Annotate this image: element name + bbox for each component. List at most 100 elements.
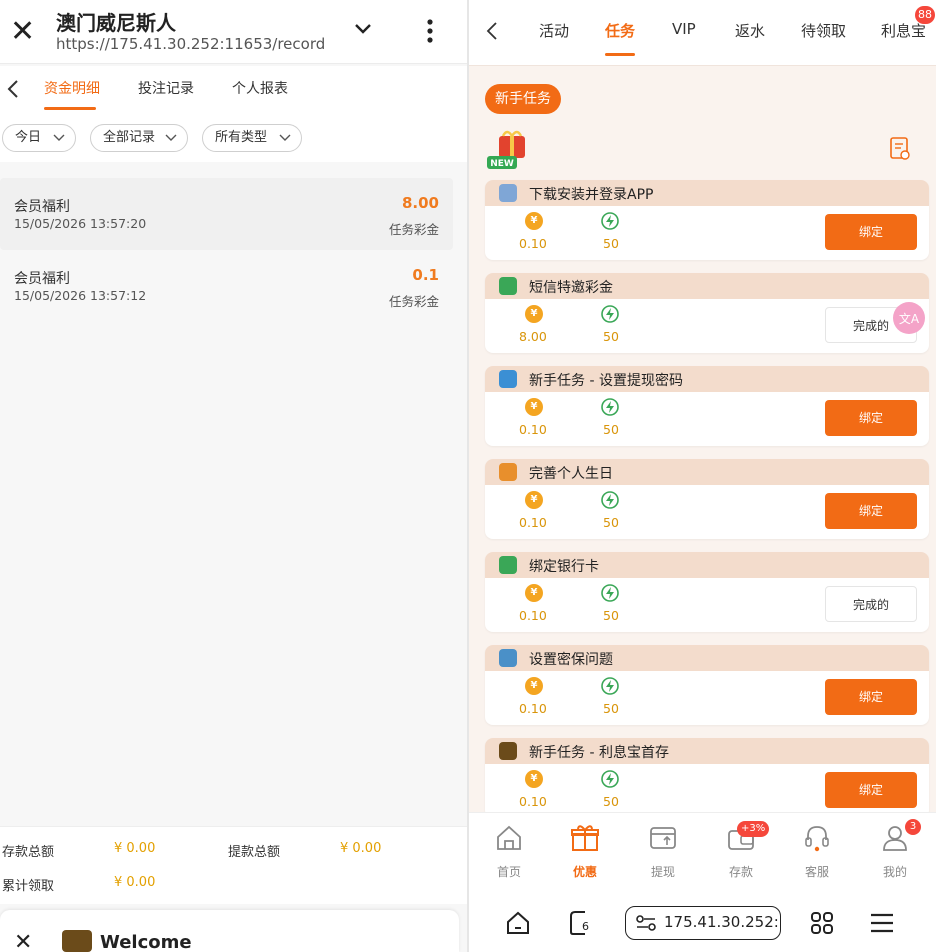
bottom-nav: 首页 优惠 提现 +3% 存款 客服 3 我的	[469, 812, 936, 890]
coin-icon: ¥	[525, 677, 543, 695]
svg-text:文A: 文A	[899, 311, 920, 326]
right-pane: 活动 任务 VIP 返水 待领取 利息宝 88 新手任务 NEW 下载安装并登录…	[469, 0, 936, 952]
bind-button[interactable]: 绑定	[825, 772, 917, 808]
task-header: 新手任务 - 设置提现密码	[485, 366, 929, 392]
task-reward: 0.10	[519, 701, 547, 716]
tab-vip[interactable]: VIP	[672, 20, 696, 38]
tab-fund-details[interactable]: 资金明细	[44, 78, 100, 98]
record-row[interactable]: 会员福利 15/05/2026 13:57:20 8.00 任务彩金	[0, 178, 453, 250]
card-icon	[499, 556, 517, 574]
tab-bet-records[interactable]: 投注记录	[138, 78, 194, 98]
tab-pending[interactable]: 待领取	[801, 20, 846, 41]
address-bar[interactable]: 175.41.30.252:	[625, 906, 781, 940]
filter-record[interactable]: 全部记录	[90, 124, 188, 152]
active-tab-indicator	[44, 107, 96, 110]
completed-button[interactable]: 完成的	[825, 586, 917, 622]
tabs-button[interactable]: 6	[567, 908, 591, 936]
bind-button[interactable]: 绑定	[825, 214, 917, 250]
filter-type[interactable]: 所有类型	[202, 124, 302, 152]
chevron-down-icon	[279, 134, 291, 141]
nav-profile-label: 我的	[882, 865, 907, 879]
coin-icon: ¥	[525, 584, 543, 602]
treasure-icon	[499, 742, 517, 760]
task-header: 短信特邀彩金	[485, 273, 929, 299]
nav-profile[interactable]: 3 我的	[865, 819, 925, 885]
chevron-down-icon	[165, 134, 177, 141]
record-time: 15/05/2026 13:57:12	[14, 288, 147, 303]
app-logo	[62, 930, 92, 952]
task-card: 短信特邀彩金 ¥8.00 50 完成的	[485, 273, 929, 353]
filter-record-label: 全部记录	[103, 130, 156, 145]
task-title: 完善个人生日	[529, 466, 613, 482]
more-icon[interactable]	[420, 16, 440, 46]
site-settings-icon	[636, 915, 656, 931]
filter-date[interactable]: 今日	[2, 124, 76, 152]
close-icon[interactable]: ✕	[14, 930, 32, 952]
task-header: 完善个人生日	[485, 459, 929, 485]
page-title: 澳门威尼斯人	[56, 11, 176, 35]
bind-button[interactable]: 绑定	[825, 400, 917, 436]
task-reward: 0.10	[519, 608, 547, 623]
chevron-down-icon[interactable]	[352, 18, 374, 40]
tab-count: 6	[582, 920, 589, 933]
home-icon	[497, 825, 521, 850]
record-tabs: 资金明细 投注记录 个人报表	[0, 66, 467, 114]
task-points: 50	[603, 701, 619, 716]
nav-deposit[interactable]: +3% 存款	[711, 819, 771, 885]
left-pane: ✕ 澳门威尼斯人 https://175.41.30.252:11653/rec…	[0, 0, 467, 952]
chevron-down-icon	[53, 134, 65, 141]
translate-float-button[interactable]: 文A	[893, 302, 925, 334]
withdraw-total-label: 提款总额	[228, 845, 281, 860]
page-url: https://175.41.30.252:11653/record	[56, 35, 326, 53]
deposit-bonus-badge: +3%	[737, 821, 770, 837]
task-reward: 8.00	[519, 329, 547, 344]
rules-doc-icon[interactable]	[889, 136, 911, 162]
energy-icon	[601, 677, 619, 695]
tab-rebate[interactable]: 返水	[735, 20, 765, 41]
nav-promo-label: 优惠	[572, 865, 597, 879]
tab-personal-report[interactable]: 个人报表	[232, 78, 288, 98]
task-reward: 0.10	[519, 515, 547, 530]
profile-badge: 3	[905, 819, 921, 835]
nav-withdraw[interactable]: 提现	[633, 819, 693, 885]
nav-promo[interactable]: 优惠	[555, 819, 615, 885]
task-points: 50	[603, 329, 619, 344]
home-icon[interactable]	[505, 910, 531, 936]
filter-type-label: 所有类型	[215, 130, 268, 145]
address-text: 175.41.30.252:	[664, 913, 779, 931]
nav-home[interactable]: 首页	[479, 819, 539, 885]
promo-tabs: 活动 任务 VIP 返水 待领取 利息宝 88	[469, 0, 936, 66]
task-title: 新手任务 - 设置提现密码	[529, 373, 683, 389]
record-type: 任务彩金	[388, 294, 439, 309]
nav-home-label: 首页	[496, 865, 521, 879]
support-icon	[805, 826, 829, 852]
claimed-total-value: ¥ 0.00	[114, 875, 156, 890]
back-icon[interactable]	[4, 78, 22, 100]
book-icon	[499, 649, 517, 667]
bind-button[interactable]: 绑定	[825, 493, 917, 529]
record-row[interactable]: 会员福利 15/05/2026 13:57:12 0.1 任务彩金	[0, 250, 453, 322]
task-card: 绑定银行卡 ¥0.10 50 完成的	[485, 552, 929, 632]
welcome-text: Welcome	[100, 932, 192, 952]
menu-icon[interactable]	[869, 912, 895, 934]
screen: ✕ 澳门威尼斯人 https://175.41.30.252:11653/rec…	[0, 0, 936, 952]
back-icon[interactable]	[485, 20, 499, 42]
apps-grid-icon[interactable]	[809, 910, 835, 936]
record-type: 任务彩金	[388, 222, 439, 237]
task-points: 50	[603, 236, 619, 251]
coin-icon: ¥	[525, 491, 543, 509]
section-label: 新手任务	[485, 84, 561, 114]
nav-support[interactable]: 客服	[787, 819, 847, 885]
deposit-total-value: ¥ 0.00	[114, 841, 156, 856]
energy-icon	[601, 398, 619, 416]
task-title: 新手任务 - 利息宝首存	[529, 745, 669, 761]
tab-tasks[interactable]: 任务	[605, 20, 635, 41]
close-icon[interactable]: ✕	[10, 14, 35, 50]
tab-activity[interactable]: 活动	[539, 20, 569, 41]
summary-panel: 存款总额 ¥ 0.00 提款总额 ¥ 0.00 累计领取 ¥ 0.00	[0, 826, 467, 904]
gift-icon	[571, 825, 599, 851]
claimed-total-label: 累计领取	[2, 879, 55, 894]
bind-button[interactable]: 绑定	[825, 679, 917, 715]
nav-deposit-label: 存款	[728, 865, 753, 879]
task-header: 下载安装并登录APP	[485, 180, 929, 206]
